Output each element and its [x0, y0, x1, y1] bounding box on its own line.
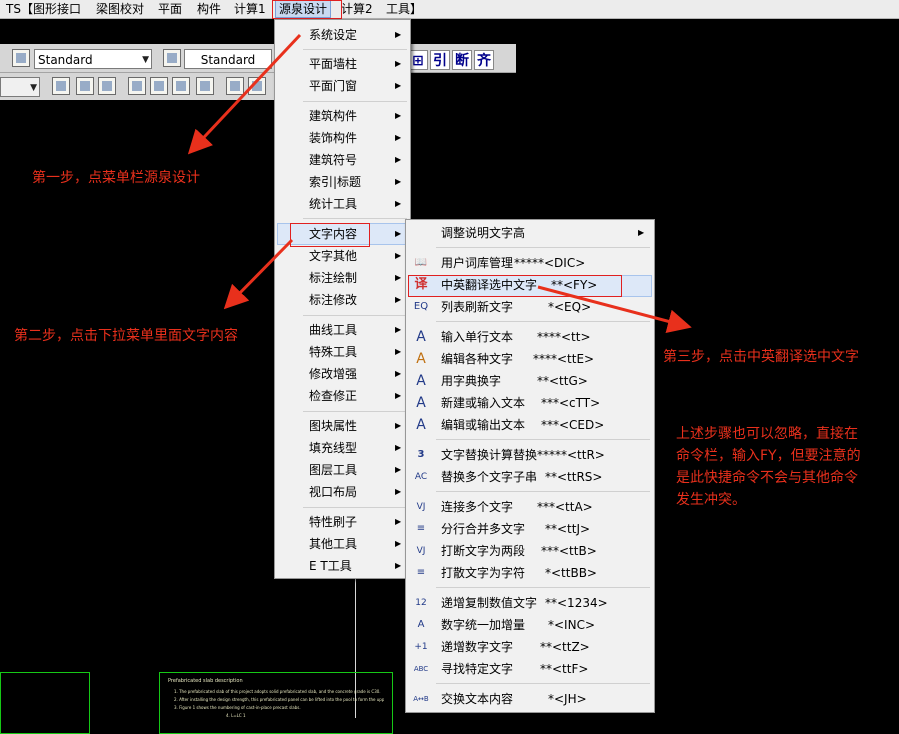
annotation-note-line: 是此快捷命令不会与其他命令 — [676, 470, 858, 486]
arrow-step2 — [223, 238, 294, 310]
arrow-step3 — [537, 285, 692, 334]
annotation-step3: 第三步，点击中英翻译选中文字 — [663, 349, 859, 365]
annotation-step1: 第一步，点菜单栏源泉设计 — [32, 170, 200, 186]
arrow-step1 — [187, 33, 302, 155]
annotation-note-line: 命令栏，输入FY，但要注意的 — [676, 448, 861, 464]
annotation-note-line: 上述步骤也可以忽略，直接在 — [676, 426, 858, 442]
annotation-step2: 第二步，点击下拉菜单里面文字内容 — [14, 328, 238, 344]
annotation-note: 上述步骤也可以忽略，直接在 命令栏，输入FY，但要注意的 是此快捷命令不会与其他… — [676, 423, 861, 511]
annotation-note-line: 发生冲突。 — [676, 492, 746, 508]
